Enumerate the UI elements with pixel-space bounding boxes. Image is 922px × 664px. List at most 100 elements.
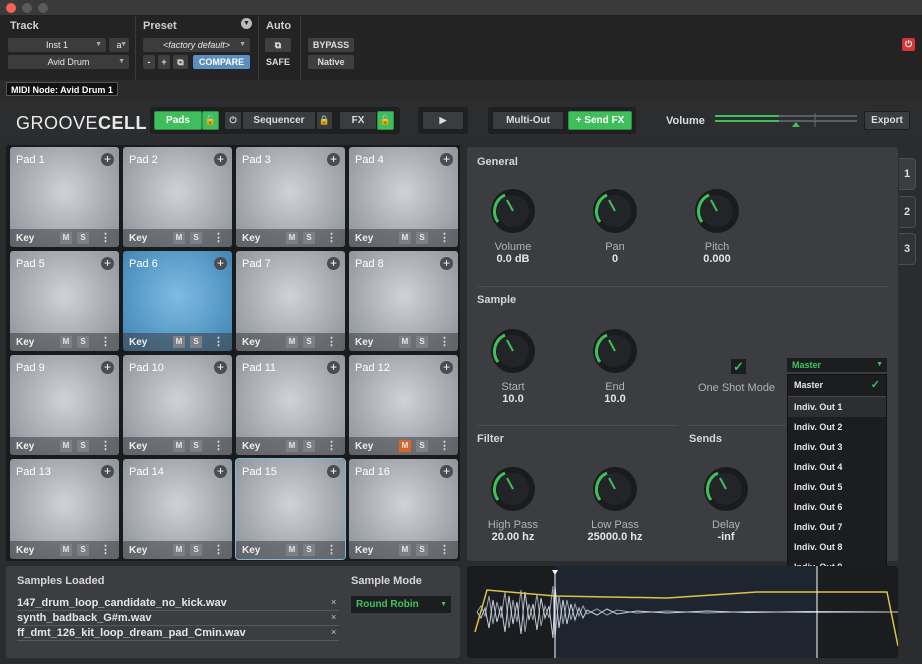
power-icon[interactable]: ⏻ [902, 38, 915, 51]
pad-6[interactable]: Pad 6 + Key M S ⋮ [123, 251, 232, 351]
pad-key-label[interactable]: Key [242, 337, 260, 348]
pad-key-label[interactable]: Key [129, 233, 147, 244]
pad-5[interactable]: Pad 5 + Key M S ⋮ [10, 251, 119, 351]
pad-solo-button[interactable]: S [190, 232, 202, 244]
fx-lock-icon[interactable]: 🔓 [377, 111, 394, 130]
pad-11[interactable]: Pad 11 + Key M S ⋮ [236, 355, 345, 455]
pad-key-label[interactable]: Key [16, 233, 34, 244]
pad-solo-button[interactable]: S [416, 336, 428, 348]
pad-8[interactable]: Pad 8 + Key M S ⋮ [349, 251, 458, 351]
pad-4[interactable]: Pad 4 + Key M S ⋮ [349, 147, 458, 247]
pad-solo-button[interactable]: S [190, 440, 202, 452]
panel-tab-2[interactable]: 2 [899, 196, 916, 228]
pad-solo-button[interactable]: S [303, 544, 315, 556]
sequencer-tab[interactable]: Sequencer [242, 111, 316, 130]
output-option[interactable]: Indiv. Out 5 [788, 477, 886, 497]
pad-menu-icon[interactable]: ⋮ [213, 439, 224, 452]
pad-mute-button[interactable]: M [60, 232, 72, 244]
add-sample-icon[interactable]: + [101, 153, 114, 166]
preset-menu-icon[interactable]: ▼ [241, 18, 252, 29]
pad-12[interactable]: Pad 12 + Key M S ⋮ [349, 355, 458, 455]
pad-solo-button[interactable]: S [416, 440, 428, 452]
pad-key-label[interactable]: Key [355, 337, 373, 348]
safe-button[interactable]: SAFE [263, 55, 293, 69]
pad-key-label[interactable]: Key [355, 545, 373, 556]
pad-solo-button[interactable]: S [77, 544, 89, 556]
add-sample-icon[interactable]: + [327, 361, 340, 374]
pad-2[interactable]: Pad 2 + Key M S ⋮ [123, 147, 232, 247]
output-option[interactable]: Indiv. Out 1 [788, 397, 886, 417]
bypass-button[interactable]: BYPASS [308, 38, 354, 52]
master-volume-slider[interactable] [715, 113, 857, 127]
add-sample-icon[interactable]: + [214, 465, 227, 478]
pad-solo-button[interactable]: S [77, 232, 89, 244]
sequencer-lock-icon[interactable]: 🔒 [316, 111, 333, 130]
previous-preset-button[interactable]: - [143, 55, 155, 69]
pad-key-label[interactable]: Key [16, 441, 34, 452]
pad-solo-button[interactable]: S [190, 336, 202, 348]
pad-solo-button[interactable]: S [303, 336, 315, 348]
sequencer-power-icon[interactable]: ⏻ [224, 111, 242, 130]
lowpass-knob[interactable] [592, 466, 638, 512]
pad-menu-icon[interactable]: ⋮ [439, 439, 450, 452]
pad-mute-button[interactable]: M [60, 544, 72, 556]
pad-menu-icon[interactable]: ⋮ [100, 439, 111, 452]
pad-key-label[interactable]: Key [242, 441, 260, 452]
pad-menu-icon[interactable]: ⋮ [326, 439, 337, 452]
play-button[interactable]: ▶ [422, 111, 464, 130]
pad-solo-button[interactable]: S [303, 440, 315, 452]
pad-mute-button[interactable]: M [286, 336, 298, 348]
add-sample-icon[interactable]: + [440, 153, 453, 166]
add-sample-icon[interactable]: + [214, 257, 227, 270]
pad-1[interactable]: Pad 1 + Key M S ⋮ [10, 147, 119, 247]
add-sample-icon[interactable]: + [440, 257, 453, 270]
pad-key-label[interactable]: Key [355, 441, 373, 452]
pad-menu-icon[interactable]: ⋮ [326, 335, 337, 348]
output-option[interactable]: Indiv. Out 7 [788, 517, 886, 537]
track-selector[interactable]: Inst 1 ▼ [8, 38, 106, 52]
output-option[interactable]: Indiv. Out 3 [788, 437, 886, 457]
pad-solo-button[interactable]: S [77, 336, 89, 348]
pad-key-label[interactable]: Key [129, 545, 147, 556]
pad-10[interactable]: Pad 10 + Key M S ⋮ [123, 355, 232, 455]
output-option[interactable]: Indiv. Out 8 [788, 537, 886, 557]
pads-tab[interactable]: Pads [154, 111, 202, 130]
pad-mute-button[interactable]: M [286, 232, 298, 244]
pad-solo-button[interactable]: S [190, 544, 202, 556]
pad-menu-icon[interactable]: ⋮ [100, 543, 111, 556]
copy-settings-button[interactable]: ⧉ [173, 55, 188, 69]
compare-button[interactable]: COMPARE [193, 55, 250, 69]
insert-selector[interactable]: Avid Drum ▼ [8, 55, 129, 69]
pads-lock-icon[interactable]: 🔓 [202, 111, 219, 130]
pad-menu-icon[interactable]: ⋮ [439, 231, 450, 244]
pad-7[interactable]: Pad 7 + Key M S ⋮ [236, 251, 345, 351]
pad-menu-icon[interactable]: ⋮ [439, 335, 450, 348]
pad-menu-icon[interactable]: ⋮ [213, 231, 224, 244]
fx-tab[interactable]: FX [339, 111, 377, 130]
add-sample-icon[interactable]: + [327, 153, 340, 166]
end-knob[interactable] [592, 328, 638, 374]
close-window-button[interactable] [6, 3, 16, 13]
one-shot-checkbox[interactable]: ✓ [731, 359, 746, 374]
pitch-knob[interactable] [694, 188, 740, 234]
pad-menu-icon[interactable]: ⋮ [100, 335, 111, 348]
output-option[interactable]: Master ✓ [788, 375, 886, 395]
pad-menu-icon[interactable]: ⋮ [326, 543, 337, 556]
pad-mute-button[interactable]: M [399, 232, 411, 244]
add-sample-icon[interactable]: + [440, 465, 453, 478]
pad-mute-button[interactable]: M [286, 440, 298, 452]
pad-key-label[interactable]: Key [16, 337, 34, 348]
pad-mute-button[interactable]: M [399, 440, 411, 452]
pad-menu-icon[interactable]: ⋮ [213, 335, 224, 348]
pad-key-label[interactable]: Key [129, 441, 147, 452]
pad-solo-button[interactable]: S [303, 232, 315, 244]
preset-selector[interactable]: <factory default> ▼ [143, 38, 250, 52]
pad-3[interactable]: Pad 3 + Key M S ⋮ [236, 147, 345, 247]
add-sample-icon[interactable]: + [101, 257, 114, 270]
zoom-window-button[interactable] [38, 3, 48, 13]
pad-key-label[interactable]: Key [16, 545, 34, 556]
pad-key-label[interactable]: Key [242, 545, 260, 556]
pad-menu-icon[interactable]: ⋮ [439, 543, 450, 556]
pad-mute-button[interactable]: M [173, 232, 185, 244]
multi-out-button[interactable]: Multi-Out [492, 111, 564, 130]
